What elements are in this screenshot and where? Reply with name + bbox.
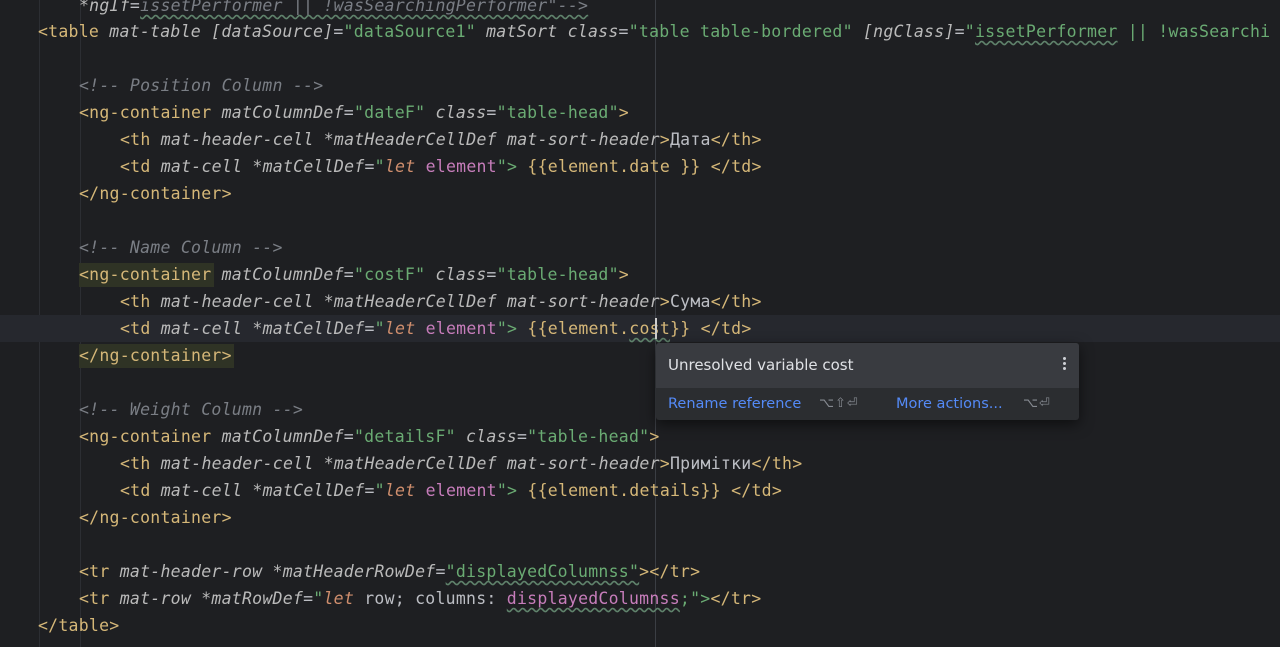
code-line-5[interactable]: <th mat-header-cell *matHeaderCellDef ma… xyxy=(120,126,762,153)
rename-reference-link[interactable]: Rename reference xyxy=(668,396,801,412)
code-line-4[interactable]: <ng-container matColumnDef="dateF" class… xyxy=(79,99,629,126)
code-line-13[interactable]: </ng-container> xyxy=(79,342,232,369)
inspection-popup: Unresolved variable cost Rename referenc… xyxy=(656,343,1079,420)
more-options-icon[interactable] xyxy=(1060,355,1068,375)
code-line-6[interactable]: <td mat-cell *matCellDef="let element"> … xyxy=(120,153,762,180)
more-actions-link[interactable]: More actions... xyxy=(896,396,1003,412)
code-line-1[interactable]: <table mat-table [dataSource]="dataSourc… xyxy=(38,18,1270,45)
code-line-17[interactable]: <th mat-header-cell *matHeaderCellDef ma… xyxy=(120,450,802,477)
popup-message: Unresolved variable cost xyxy=(668,356,854,374)
code-line-23[interactable]: </table> xyxy=(38,612,119,639)
code-line-7[interactable]: </ng-container> xyxy=(79,180,232,207)
code-line-16[interactable]: <ng-container matColumnDef="detailsF" cl… xyxy=(79,423,660,450)
text-caret xyxy=(655,318,657,339)
rename-shortcut: ⌥⇧⏎ xyxy=(819,396,859,411)
code-line-18[interactable]: <td mat-cell *matCellDef="let element"> … xyxy=(120,477,782,504)
more-actions-shortcut: ⌥⏎ xyxy=(1023,396,1051,411)
code-line-21[interactable]: <tr mat-header-row *matHeaderRowDef="dis… xyxy=(79,558,700,585)
code-line-22[interactable]: <tr mat-row *matRowDef="let row; columns… xyxy=(79,585,761,612)
code-editor[interactable]: *ngIf=issetPerformer || !wasSearchingPer… xyxy=(0,0,1280,647)
code-line-0[interactable]: *ngIf=issetPerformer || !wasSearchingPer… xyxy=(79,0,588,19)
code-line-10[interactable]: <ng-container matColumnDef="costF" class… xyxy=(79,261,629,288)
code-line-comment-weight[interactable]: <!-- Weight Column --> xyxy=(79,396,303,423)
code-line-comment-position[interactable]: <!-- Position Column --> xyxy=(79,72,323,99)
unresolved-variable[interactable]: cost xyxy=(629,319,670,338)
code-line-19[interactable]: </ng-container> xyxy=(79,504,232,531)
code-line-comment-name[interactable]: <!-- Name Column --> xyxy=(79,234,283,261)
popup-header: Unresolved variable cost xyxy=(656,343,1079,388)
code-line-11[interactable]: <th mat-header-cell *matHeaderCellDef ma… xyxy=(120,288,762,315)
